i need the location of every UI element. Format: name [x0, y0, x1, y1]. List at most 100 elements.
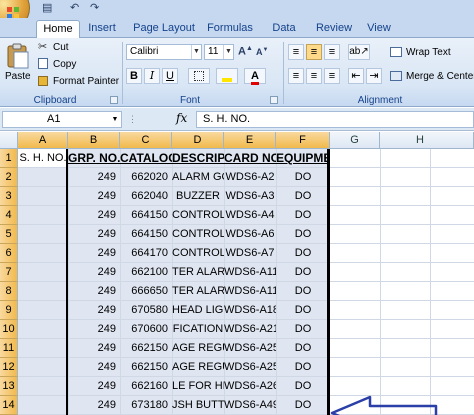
table-cell[interactable]: DO — [276, 244, 330, 263]
table-cell[interactable]: 249 — [68, 187, 120, 206]
table-cell[interactable]: DO — [276, 301, 330, 320]
table-cell[interactable]: 666650 — [120, 282, 172, 301]
table-cell[interactable]: TER ALARM — [172, 263, 224, 282]
grow-font-icon[interactable]: A▲ — [238, 45, 253, 58]
table-cell[interactable]: 664170 — [120, 244, 172, 263]
table-cell[interactable]: DO — [276, 206, 330, 225]
table-cell[interactable]: 249 — [68, 282, 120, 301]
table-cell[interactable]: 249 — [68, 320, 120, 339]
table-cell[interactable]: DO — [276, 282, 330, 301]
table-cell[interactable]: WDS6-A7 — [224, 244, 276, 263]
row-header[interactable]: 2 — [0, 168, 18, 187]
table-cell[interactable]: DO — [276, 320, 330, 339]
align-middle-button[interactable]: ≡ — [306, 44, 322, 60]
borders-button[interactable] — [188, 68, 210, 84]
table-cell[interactable]: CONTROL S — [172, 244, 224, 263]
tab-data[interactable]: Data — [266, 20, 302, 38]
table-cell[interactable]: BUZZER — [172, 187, 224, 206]
shrink-font-icon[interactable]: A▼ — [256, 47, 268, 57]
increase-indent-button[interactable]: ⇥ — [366, 68, 382, 84]
redo-icon[interactable]: ↷ — [90, 1, 99, 14]
column-header[interactable]: F — [276, 132, 330, 149]
table-cell[interactable]: JSH BUTTO — [172, 396, 224, 415]
table-cell[interactable]: 670580 — [120, 301, 172, 320]
table-cell[interactable]: 249 — [68, 263, 120, 282]
header-cell[interactable]: DESCRIPTION — [172, 149, 224, 168]
table-cell[interactable]: WDS6-A3 — [224, 187, 276, 206]
table-cell[interactable]: 249 — [68, 377, 120, 396]
merge-center-button[interactable]: Merge & Center — [390, 70, 474, 85]
table-cell[interactable]: WDS6-A21 — [224, 320, 276, 339]
name-box[interactable]: A1 ▼ — [2, 111, 122, 128]
resize-grip-icon[interactable]: ⋮ — [128, 114, 137, 125]
undo-icon[interactable]: ↶ — [70, 1, 79, 14]
table-cell[interactable]: 249 — [68, 301, 120, 320]
orientation-button[interactable]: ab↗ — [348, 44, 370, 60]
table-cell[interactable]: DO — [276, 225, 330, 244]
table-cell[interactable]: 249 — [68, 396, 120, 415]
insert-function-icon[interactable]: fx — [176, 111, 187, 125]
tab-home[interactable]: Home — [36, 20, 80, 39]
table-cell[interactable]: WDS6-A6 — [224, 225, 276, 244]
align-bottom-button[interactable]: ≡ — [324, 44, 340, 60]
row-header[interactable]: 12 — [0, 358, 18, 377]
table-cell[interactable]: 249 — [68, 206, 120, 225]
table-cell[interactable]: WDS6-A11 — [224, 263, 276, 282]
table-cell[interactable]: DO — [276, 396, 330, 415]
copy-button[interactable]: Copy — [38, 58, 118, 73]
row-header[interactable]: 9 — [0, 301, 18, 320]
table-cell[interactable]: CONTROL R — [172, 206, 224, 225]
clipboard-launcher-icon[interactable] — [110, 96, 118, 104]
align-top-button[interactable]: ≡ — [288, 44, 304, 60]
table-cell[interactable]: FICATION — [172, 320, 224, 339]
table-cell[interactable]: WDS6-A25 — [224, 339, 276, 358]
table-cell[interactable]: 664150 — [120, 206, 172, 225]
column-header[interactable]: G — [330, 132, 380, 149]
table-cell[interactable]: WDS6-A2 — [224, 168, 276, 187]
table-cell[interactable]: DO — [276, 377, 330, 396]
table-cell[interactable]: DO — [276, 263, 330, 282]
font-name-combo[interactable]: Calibri ▼ — [126, 44, 202, 60]
tab-view[interactable]: View — [362, 20, 396, 38]
italic-button[interactable]: I — [144, 68, 160, 84]
header-cell[interactable]: CATALOGUE — [120, 149, 172, 168]
tab-page-layout[interactable]: Page Layout — [132, 20, 196, 38]
align-right-button[interactable]: ≡ — [324, 68, 340, 84]
font-size-combo[interactable]: 11 ▼ — [204, 44, 234, 60]
tab-review[interactable]: Review — [312, 20, 356, 38]
worksheet-grid[interactable]: A B C D E F G H S. H. NO.GRP. NO.CATALOG… — [0, 132, 474, 415]
table-cell[interactable]: 249 — [68, 339, 120, 358]
table-cell[interactable]: 662150 — [120, 339, 172, 358]
table-cell[interactable]: DO — [276, 168, 330, 187]
fill-color-button[interactable] — [216, 68, 238, 84]
table-cell[interactable]: 662160 — [120, 377, 172, 396]
table-cell[interactable]: DO — [276, 187, 330, 206]
table-cell[interactable]: 662040 — [120, 187, 172, 206]
table-cell[interactable]: WDS6-A18 — [224, 301, 276, 320]
header-cell[interactable]: EQUIPMENT — [276, 149, 330, 168]
table-cell[interactable]: CONTROL S — [172, 225, 224, 244]
row-header[interactable]: 7 — [0, 263, 18, 282]
table-cell[interactable]: 249 — [68, 168, 120, 187]
row-header[interactable]: 3 — [0, 187, 18, 206]
header-cell[interactable]: CARD NO. — [224, 149, 276, 168]
table-cell[interactable]: TER ALARM — [172, 282, 224, 301]
row-header[interactable]: 4 — [0, 206, 18, 225]
table-cell[interactable]: 664150 — [120, 225, 172, 244]
column-header[interactable]: B — [68, 132, 120, 149]
table-cell[interactable]: WDS6-A25 — [224, 358, 276, 377]
row-header[interactable]: 11 — [0, 339, 18, 358]
column-header[interactable]: E — [224, 132, 276, 149]
tab-insert[interactable]: Insert — [84, 20, 120, 38]
save-icon[interactable]: ▤ — [42, 1, 52, 14]
table-cell[interactable]: WDS6-A4 — [224, 206, 276, 225]
column-header[interactable]: C — [120, 132, 172, 149]
row-header[interactable]: 14 — [0, 396, 18, 415]
table-cell[interactable]: AGE REGUL — [172, 339, 224, 358]
table-cell[interactable]: DO — [276, 358, 330, 377]
format-painter-button[interactable]: Format Painter — [38, 75, 120, 90]
table-cell[interactable]: HEAD LIGHT — [172, 301, 224, 320]
row-header[interactable]: 13 — [0, 377, 18, 396]
select-all-corner[interactable] — [0, 132, 18, 149]
table-cell[interactable]: ALARM GONG — [172, 168, 224, 187]
